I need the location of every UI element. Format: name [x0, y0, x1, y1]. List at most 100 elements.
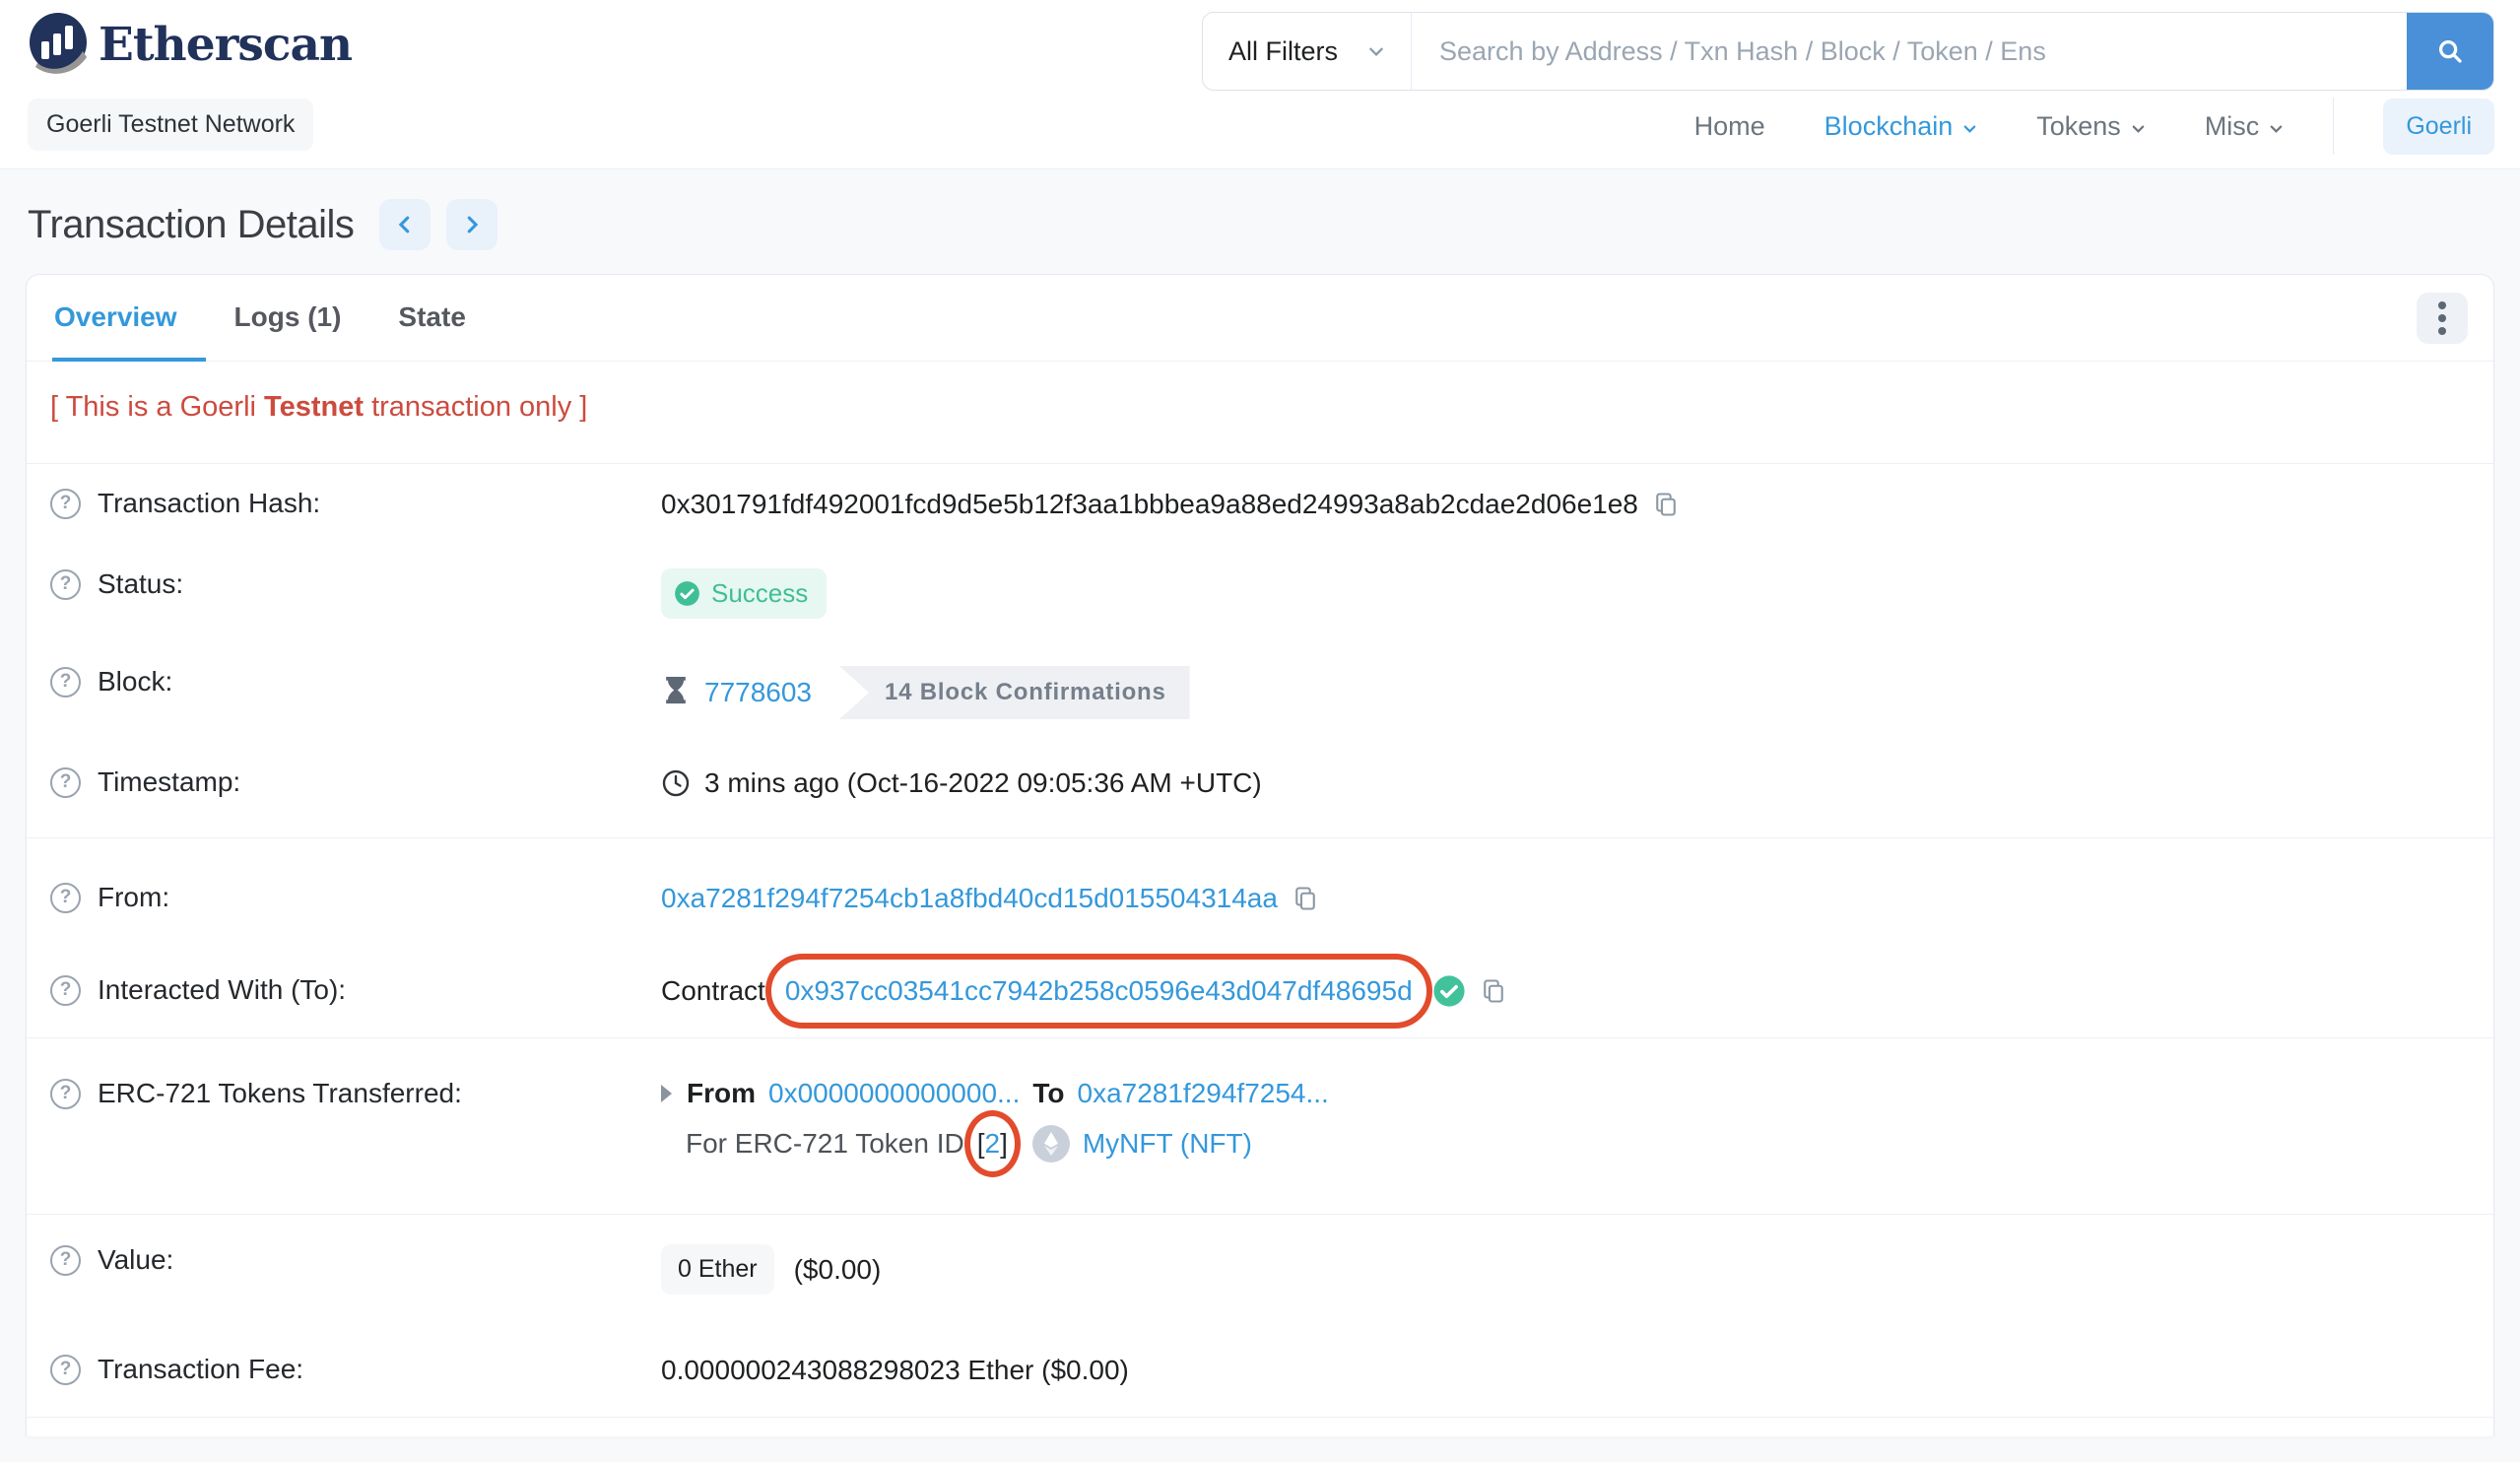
- network-badge: Goerli Testnet Network: [28, 99, 314, 151]
- block-number-link[interactable]: 7778603: [704, 677, 812, 708]
- transaction-hash-value: 0x301791fdf492001fcd9d5e5b12f3aa1bbbea9a…: [661, 489, 1638, 519]
- block-row: Block: 7778603 14 Block Confirmations: [27, 642, 2493, 743]
- help-icon: [50, 666, 81, 698]
- transaction-details-card: Overview Logs (1) State [ This is a Goer…: [26, 274, 2494, 1436]
- main-nav: Home Blockchain Tokens Misc Goerli: [1635, 95, 2494, 158]
- nav-tokens-label: Tokens: [2036, 110, 2121, 141]
- value-badge: 0 Ether: [661, 1244, 774, 1295]
- block-label: Block:: [98, 666, 173, 697]
- from-label: From:: [98, 882, 170, 912]
- more-options-button[interactable]: [2417, 292, 2468, 344]
- help-icon: [50, 568, 81, 600]
- copy-icon[interactable]: [1480, 977, 1507, 1005]
- help-icon: [50, 974, 81, 1006]
- help-icon: [50, 1078, 81, 1109]
- contract-prefix: Contract: [661, 975, 765, 1006]
- page-title: Transaction Details: [28, 202, 355, 246]
- value-usd: ($0.00): [793, 1253, 882, 1285]
- tab-state[interactable]: State: [369, 275, 494, 362]
- search-filter-label: All Filters: [1228, 35, 1339, 66]
- network-switch-button[interactable]: Goerli: [2383, 98, 2494, 155]
- previous-transaction-button[interactable]: [379, 199, 431, 250]
- timestamp-label: Timestamp:: [98, 766, 241, 797]
- next-transaction-button[interactable]: [446, 199, 498, 250]
- erc721-to-label: To: [1032, 1078, 1065, 1108]
- card-header: Overview Logs (1) State: [27, 275, 2493, 362]
- contract-address-link[interactable]: 0x937cc03541cc7942b258c0596e43d047df4869…: [785, 975, 1413, 1006]
- bracket-open: [: [976, 1128, 985, 1159]
- erc721-label: ERC-721 Tokens Transferred:: [98, 1078, 462, 1108]
- copy-icon[interactable]: [1652, 491, 1680, 518]
- triangle-bullet-icon: [661, 1085, 672, 1102]
- status-badge: Success: [661, 568, 828, 619]
- erc721-to-address-link[interactable]: 0xa7281f294f7254...: [1078, 1078, 1329, 1109]
- testnet-warning-pre: [ This is a Goerli: [50, 391, 265, 423]
- erc721-from-label: From: [687, 1078, 756, 1108]
- search-icon: [2435, 36, 2465, 66]
- chevron-down-icon: [2269, 121, 2284, 136]
- nav-misc-label: Misc: [2204, 110, 2260, 141]
- status-value: Success: [711, 578, 809, 608]
- chevron-down-icon: [1367, 42, 1385, 60]
- value-row: Value: 0 Ether ($0.00): [27, 1215, 2493, 1324]
- nav-home-label: Home: [1693, 110, 1765, 141]
- block-confirmations-badge: 14 Block Confirmations: [839, 666, 1190, 719]
- etherscan-logo[interactable]: Etherscan: [28, 12, 353, 77]
- help-icon: [50, 488, 81, 519]
- nav-divider: [2333, 98, 2335, 155]
- check-circle-icon: [674, 580, 700, 607]
- help-icon: [50, 766, 81, 798]
- bracket-close: ]: [1000, 1128, 1008, 1159]
- annotation-highlight-rect: 0x937cc03541cc7942b258c0596e43d047df4869…: [764, 954, 1432, 1029]
- transaction-hash-label: Transaction Hash:: [98, 488, 321, 518]
- nav-tokens[interactable]: Tokens: [2036, 111, 2146, 142]
- value-label: Value:: [98, 1244, 174, 1275]
- testnet-warning-post: transaction only ]: [364, 391, 588, 423]
- erc721-from-address-link[interactable]: 0x0000000000000...: [768, 1078, 1020, 1109]
- erc721-transfer-line: From 0x0000000000000... To 0xa7281f294f7…: [661, 1078, 1329, 1109]
- transaction-fee-row: Transaction Fee: 0.000000243088298023 Et…: [27, 1324, 2493, 1417]
- chevron-down-icon: [1962, 121, 1977, 136]
- token-name-link[interactable]: MyNFT (NFT): [1083, 1128, 1252, 1160]
- nav-home[interactable]: Home: [1694, 111, 1765, 142]
- from-address-link[interactable]: 0xa7281f294f7254cb1a8fbd40cd15d015504314…: [661, 883, 1278, 914]
- etherscan-logo-icon: [28, 12, 91, 77]
- tab-logs[interactable]: Logs (1): [206, 275, 370, 362]
- copy-icon[interactable]: [1292, 885, 1319, 912]
- erc721-token-id-text: For ERC-721 Token ID: [686, 1128, 964, 1159]
- annotation-highlight-circle: [2]: [963, 1110, 1021, 1177]
- erc721-token-line: For ERC-721 Token ID [2] MyNFT (NFT): [686, 1110, 1329, 1177]
- token-id-link[interactable]: 2: [985, 1128, 1001, 1159]
- timestamp-value: 3 mins ago (Oct-16-2022 09:05:36 AM +UTC…: [704, 767, 1262, 798]
- token-ethereum-icon: [1031, 1125, 1070, 1163]
- status-label: Status:: [98, 568, 184, 599]
- interacted-with-row: Interacted With (To): Contract 0x937cc03…: [27, 945, 2493, 1037]
- nav-misc[interactable]: Misc: [2205, 111, 2285, 142]
- tab-overview[interactable]: Overview: [52, 275, 206, 362]
- search-bar: All Filters: [1202, 12, 2494, 91]
- nav-blockchain-label: Blockchain: [1824, 110, 1954, 141]
- from-row: From: 0xa7281f294f7254cb1a8fbd40cd15d015…: [27, 838, 2493, 945]
- chevron-down-icon: [2131, 121, 2146, 136]
- transaction-hash-row: Transaction Hash: 0x301791fdf492001fcd9d…: [27, 464, 2493, 545]
- erc721-transfers-row: ERC-721 Tokens Transferred: From 0x00000…: [27, 1038, 2493, 1214]
- clock-icon: [661, 768, 691, 798]
- site-header: Etherscan Goerli Testnet Network All Fil…: [0, 0, 2520, 169]
- tab-bar: Overview Logs (1) State: [52, 275, 495, 362]
- help-icon: [50, 1354, 81, 1385]
- gas-price-row: Gas Price: 0.000000000001884683 Ether (0…: [27, 1418, 2493, 1436]
- testnet-warning-bold: Testnet: [264, 391, 365, 423]
- hourglass-icon: [661, 677, 691, 708]
- search-button[interactable]: [2407, 13, 2493, 90]
- title-row: Transaction Details: [0, 169, 2520, 274]
- etherscan-logo-text: Etherscan: [99, 17, 353, 72]
- transaction-fee-value: 0.000000243088298023 Ether ($0.00): [661, 1355, 1129, 1385]
- help-icon: [50, 882, 81, 913]
- transaction-fee-label: Transaction Fee:: [98, 1354, 304, 1384]
- help-icon: [50, 1244, 81, 1276]
- nav-blockchain[interactable]: Blockchain: [1824, 111, 1978, 142]
- timestamp-row: Timestamp: 3 mins ago (Oct-16-2022 09:05…: [27, 743, 2493, 824]
- testnet-warning: [ This is a Goerli Testnet transaction o…: [27, 362, 2493, 463]
- search-filter-dropdown[interactable]: All Filters: [1203, 13, 1413, 90]
- search-input[interactable]: [1412, 13, 2407, 90]
